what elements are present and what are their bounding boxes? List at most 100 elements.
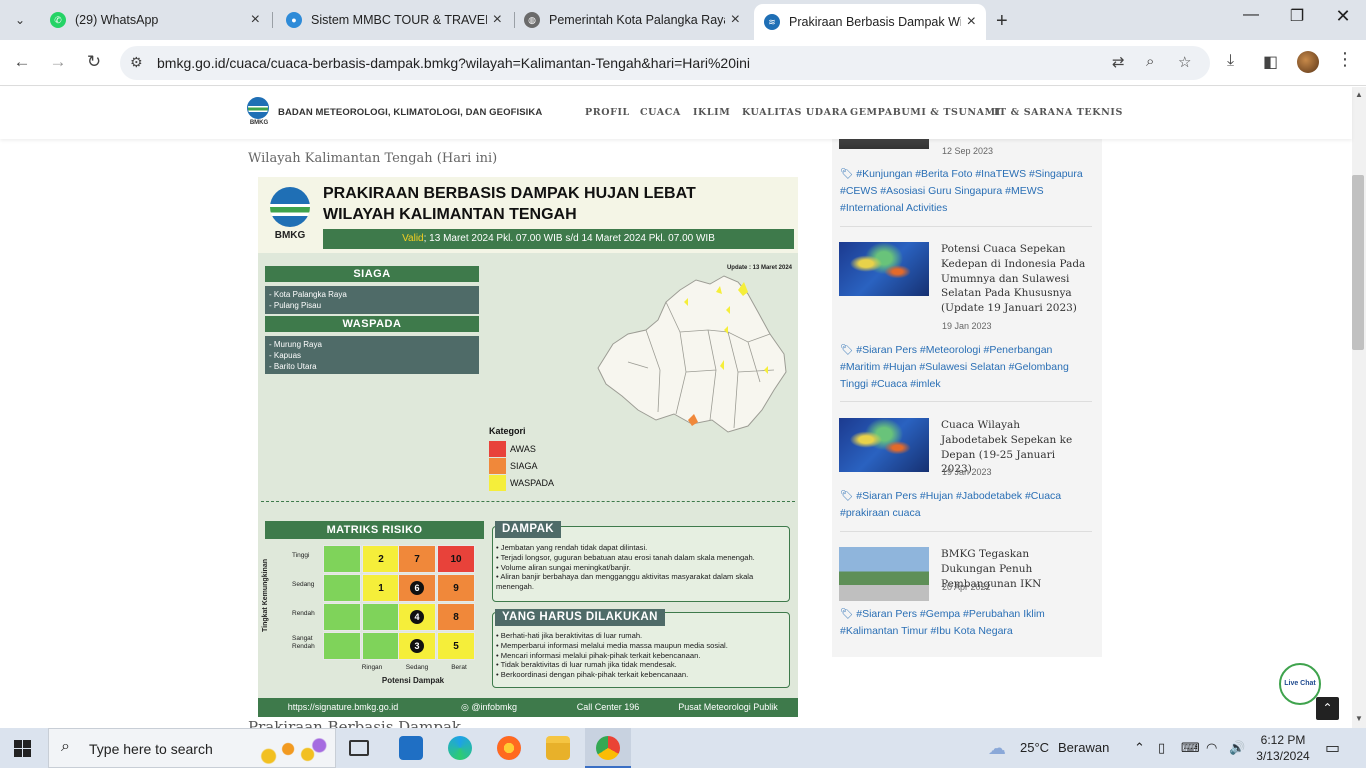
scroll-down-icon[interactable]: ▼ — [1352, 714, 1366, 723]
firefox-icon[interactable] — [497, 736, 521, 760]
matrix-y-axis-label: Tingkat Kemungkinan — [262, 559, 269, 632]
valid-period: Valid; 13 Maret 2024 Pkl. 07.00 WIB s/d … — [323, 229, 794, 249]
reload-icon[interactable]: ↻ — [82, 52, 106, 72]
waspada-item: - Barito Utara — [269, 362, 317, 371]
taskbar-clock[interactable]: 6:12 PM 3/13/2024 — [1253, 732, 1313, 764]
windows-start-icon[interactable] — [14, 740, 31, 757]
news-title[interactable]: Potensi Cuaca Sepekan Kedepan di Indones… — [941, 242, 1086, 316]
action-item: Berkoordinasi dengan pihak-pihak terkait… — [496, 670, 788, 680]
legend-swatch — [489, 475, 506, 491]
tab-bmkg-active[interactable]: ≋ Prakiraan Berbasis Dampak Wilayah × — [754, 4, 986, 40]
search-highlight-image — [253, 731, 331, 767]
minimize-icon[interactable]: — — [1236, 6, 1266, 24]
bmkg-favicon-icon: ≋ — [764, 14, 780, 30]
address-bar[interactable]: ⚙ bmkg.go.id/cuaca/cuaca-berbasis-dampak… — [120, 46, 1210, 80]
news-thumbnail[interactable] — [839, 547, 929, 601]
tab-palangka-raya[interactable]: ◍ Pemerintah Kota Palangka Raya × — [514, 5, 750, 35]
browser-tab-bar: ⌄ ✆ (29) WhatsApp × ● Sistem MMBC TOUR &… — [0, 0, 1366, 40]
translate-icon[interactable]: ⇄ — [1112, 53, 1125, 71]
action-item: Tidak beraktivitas di luar rumah jika ti… — [496, 660, 788, 670]
news-date: 20 Apr 2022 — [942, 582, 991, 592]
scrollbar-thumb[interactable] — [1352, 175, 1364, 350]
nav-it-sarana[interactable]: IT & SARANA TEKNIS — [994, 107, 1123, 118]
forward-icon[interactable]: → — [46, 52, 70, 72]
impact-forecast-infographic[interactable]: BMKG PRAKIRAAN BERBASIS DAMPAK HUJAN LEB… — [258, 177, 798, 717]
back-to-top-icon[interactable]: ⌃ — [1316, 697, 1339, 720]
profile-avatar[interactable] — [1297, 51, 1319, 73]
download-icon[interactable]: ⤓ — [1227, 52, 1234, 70]
nav-profil[interactable]: PROFIL — [585, 107, 630, 118]
task-view-icon[interactable] — [349, 740, 369, 756]
scroll-up-icon[interactable]: ▲ — [1352, 90, 1366, 99]
browser-toolbar: ← → ↻ ⚙ bmkg.go.id/cuaca/cuaca-berbasis-… — [0, 40, 1366, 86]
notification-icon[interactable]: ▭ — [1325, 738, 1340, 758]
bmkg-logo[interactable]: BMKG — [247, 97, 271, 129]
side-panel-icon[interactable]: ◧ — [1263, 52, 1278, 72]
device-icon[interactable]: ▯ — [1158, 740, 1165, 756]
clock-time: 6:12 PM — [1260, 733, 1306, 747]
legend-label: WASPADA — [510, 478, 555, 488]
file-explorer-icon[interactable] — [546, 736, 570, 760]
weather-temp[interactable]: 25°C — [1020, 740, 1049, 755]
infographic-logo: BMKG — [268, 187, 312, 243]
tab-mmbc[interactable]: ● Sistem MMBC TOUR & TRAVEL × — [276, 5, 512, 35]
live-chat-button[interactable]: Live Chat — [1279, 663, 1321, 705]
site-settings-icon[interactable]: ⚙ — [130, 54, 143, 71]
news-tags-text[interactable]: #Siaran Pers #Meteorologi #Penerbangan #… — [840, 344, 1069, 390]
legend-swatch — [489, 458, 506, 474]
tag-icon: 🏷 — [840, 490, 857, 502]
nav-iklim[interactable]: IKLIM — [693, 107, 730, 118]
nav-kualitas-udara[interactable]: KUALITAS UDARA — [742, 107, 848, 118]
matrix-cell: 5 — [437, 632, 475, 660]
url-text[interactable]: bmkg.go.id/cuaca/cuaca-berbasis-dampak.b… — [157, 55, 750, 71]
news-tags[interactable]: 🏷 #Siaran Pers #Gempa #Perubahan Iklim #… — [840, 606, 1092, 640]
ime-icon[interactable]: ⌨ — [1181, 740, 1200, 756]
nav-cuaca[interactable]: CUACA — [640, 107, 681, 118]
bookmark-star-icon[interactable]: ☆ — [1178, 53, 1191, 71]
close-window-icon[interactable]: ✕ — [1328, 6, 1358, 27]
infographic-logo-text: BMKG — [274, 230, 306, 241]
news-tags[interactable]: 🏷 #Siaran Pers #Meteorologi #Penerbangan… — [840, 342, 1092, 393]
close-tab-icon[interactable]: × — [493, 11, 502, 29]
tab-whatsapp[interactable]: ✆ (29) WhatsApp × — [40, 5, 270, 35]
waspada-heading: WASPADA — [265, 316, 479, 332]
tab-search-icon[interactable]: ⌄ — [8, 8, 32, 32]
restore-icon[interactable]: ❐ — [1282, 6, 1312, 26]
weather-text[interactable]: Berawan — [1058, 740, 1109, 755]
news-thumbnail[interactable] — [839, 418, 929, 472]
menu-kebab-icon[interactable]: ⋮ — [1336, 49, 1354, 70]
news-thumbnail[interactable] — [839, 242, 929, 296]
matrix-row-label: Sedang — [292, 581, 315, 588]
close-tab-icon[interactable]: × — [967, 13, 976, 31]
site-header: BMKG BADAN METEOROLOGI, KLIMATOLOGI, DAN… — [0, 87, 1352, 139]
weather-cloud-icon[interactable]: ☁ — [988, 738, 1006, 759]
news-tags[interactable]: 🏷 #Siaran Pers #Hujan #Jabodetabek #Cuac… — [840, 488, 1092, 522]
zoom-icon[interactable]: ⌕ — [1146, 53, 1154, 70]
matrix-cell: 9 — [437, 574, 475, 602]
matrix-col-label: Ringan — [361, 664, 383, 671]
globe-icon: ◍ — [524, 12, 540, 28]
wifi-icon[interactable]: ◠ — [1206, 740, 1217, 756]
close-tab-icon[interactable]: × — [731, 11, 740, 29]
show-hidden-icons-icon[interactable]: ⌃ — [1134, 740, 1145, 756]
volume-icon[interactable]: 🔊 — [1229, 740, 1245, 756]
matrix-col-label: Sedang — [405, 664, 429, 671]
search-placeholder[interactable]: Type here to search — [89, 741, 213, 757]
news-tags-text[interactable]: #Siaran Pers #Hujan #Jabodetabek #Cuaca … — [840, 490, 1061, 519]
site-title[interactable]: BADAN METEOROLOGI, KLIMATOLOGI, DAN GEOF… — [278, 107, 542, 118]
edge-icon[interactable] — [448, 736, 472, 760]
back-icon[interactable]: ← — [10, 52, 34, 72]
taskbar-search[interactable]: ⌕ Type here to search — [48, 728, 336, 768]
mail-icon[interactable] — [399, 736, 423, 760]
news-tags-text[interactable]: #Siaran Pers #Gempa #Perubahan Iklim #Ka… — [840, 608, 1045, 637]
legend-title: Kategori — [489, 426, 526, 436]
chrome-icon[interactable] — [596, 736, 620, 760]
news-tags-text[interactable]: #Kunjungan #Berita Foto #InaTEWS #Singap… — [840, 168, 1083, 214]
nav-gempabumi[interactable]: GEMPABUMI & TSUNAMI — [850, 107, 1001, 118]
close-tab-icon[interactable]: × — [251, 11, 260, 29]
legend-label: AWAS — [510, 444, 536, 454]
dampak-item: Terjadi longsor, guguran bebatuan atau e… — [496, 553, 788, 563]
news-tags[interactable]: 🏷 #Kunjungan #Berita Foto #InaTEWS #Sing… — [840, 166, 1092, 217]
action-item: Mencari informasi melalui pihak-pihak te… — [496, 651, 788, 661]
new-tab-icon[interactable]: + — [996, 10, 1008, 33]
